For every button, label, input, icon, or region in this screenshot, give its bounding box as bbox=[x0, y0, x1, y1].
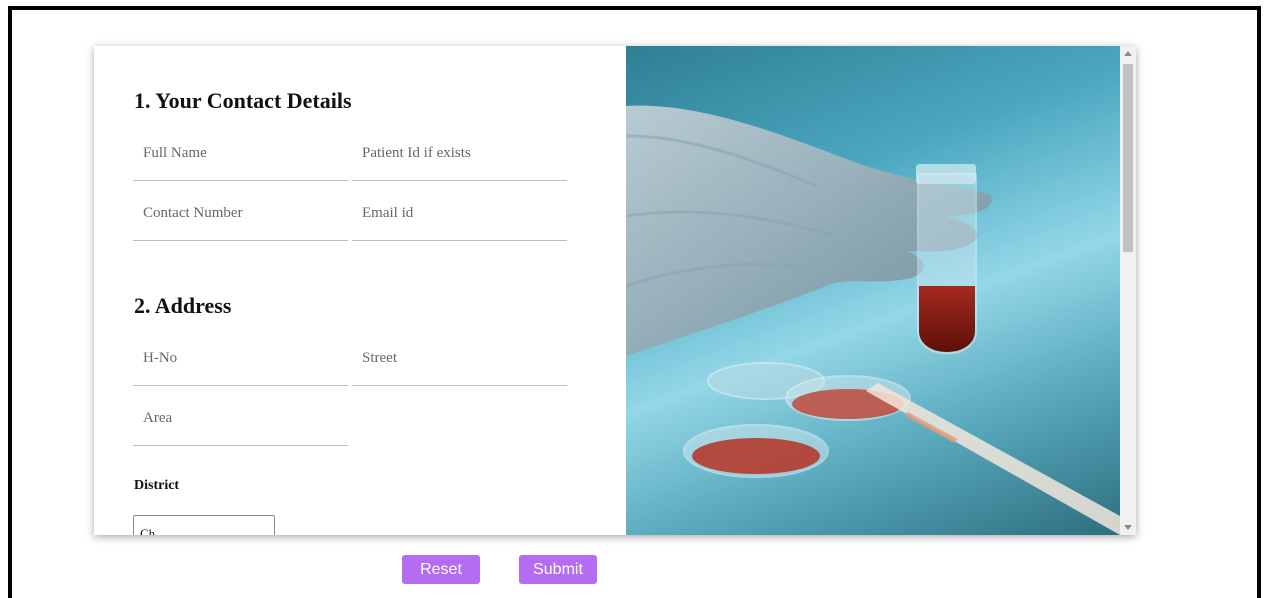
reset-button[interactable]: Reset bbox=[402, 555, 480, 584]
scroll-down-icon[interactable] bbox=[1124, 525, 1132, 530]
district-label: District bbox=[134, 478, 180, 493]
area-field bbox=[133, 398, 348, 446]
house-no-field bbox=[133, 338, 348, 386]
form-card: 1. Your Contact Details 2. Address Distr… bbox=[94, 46, 1136, 535]
full-name-input[interactable] bbox=[133, 133, 348, 180]
contact-number-field bbox=[133, 193, 348, 241]
patient-id-field bbox=[352, 133, 567, 181]
contact-details-title: 1. Your Contact Details bbox=[134, 88, 352, 113]
district-select[interactable]: Ch bbox=[133, 515, 275, 535]
petri-dishes-shape bbox=[683, 362, 911, 478]
form-panel: 1. Your Contact Details 2. Address Distr… bbox=[94, 46, 626, 535]
email-field bbox=[352, 193, 567, 241]
test-tube-shape bbox=[916, 164, 977, 355]
email-input[interactable] bbox=[352, 193, 567, 240]
scroll-up-icon[interactable] bbox=[1124, 51, 1132, 56]
scrollbar[interactable] bbox=[1120, 46, 1136, 535]
address-title: 2. Address bbox=[134, 293, 232, 318]
area-input[interactable] bbox=[133, 398, 348, 445]
scrollbar-thumb[interactable] bbox=[1123, 64, 1133, 252]
street-input[interactable] bbox=[352, 338, 567, 385]
house-no-input[interactable] bbox=[133, 338, 348, 385]
pipette-shape bbox=[866, 383, 1120, 535]
full-name-field bbox=[133, 133, 348, 181]
lab-image bbox=[626, 46, 1120, 535]
district-selected-value: Ch bbox=[140, 526, 156, 535]
patient-id-input[interactable] bbox=[352, 133, 567, 180]
submit-button[interactable]: Submit bbox=[519, 555, 597, 584]
lab-illustration bbox=[626, 105, 1120, 535]
street-field bbox=[352, 338, 567, 386]
contact-number-input[interactable] bbox=[133, 193, 348, 240]
